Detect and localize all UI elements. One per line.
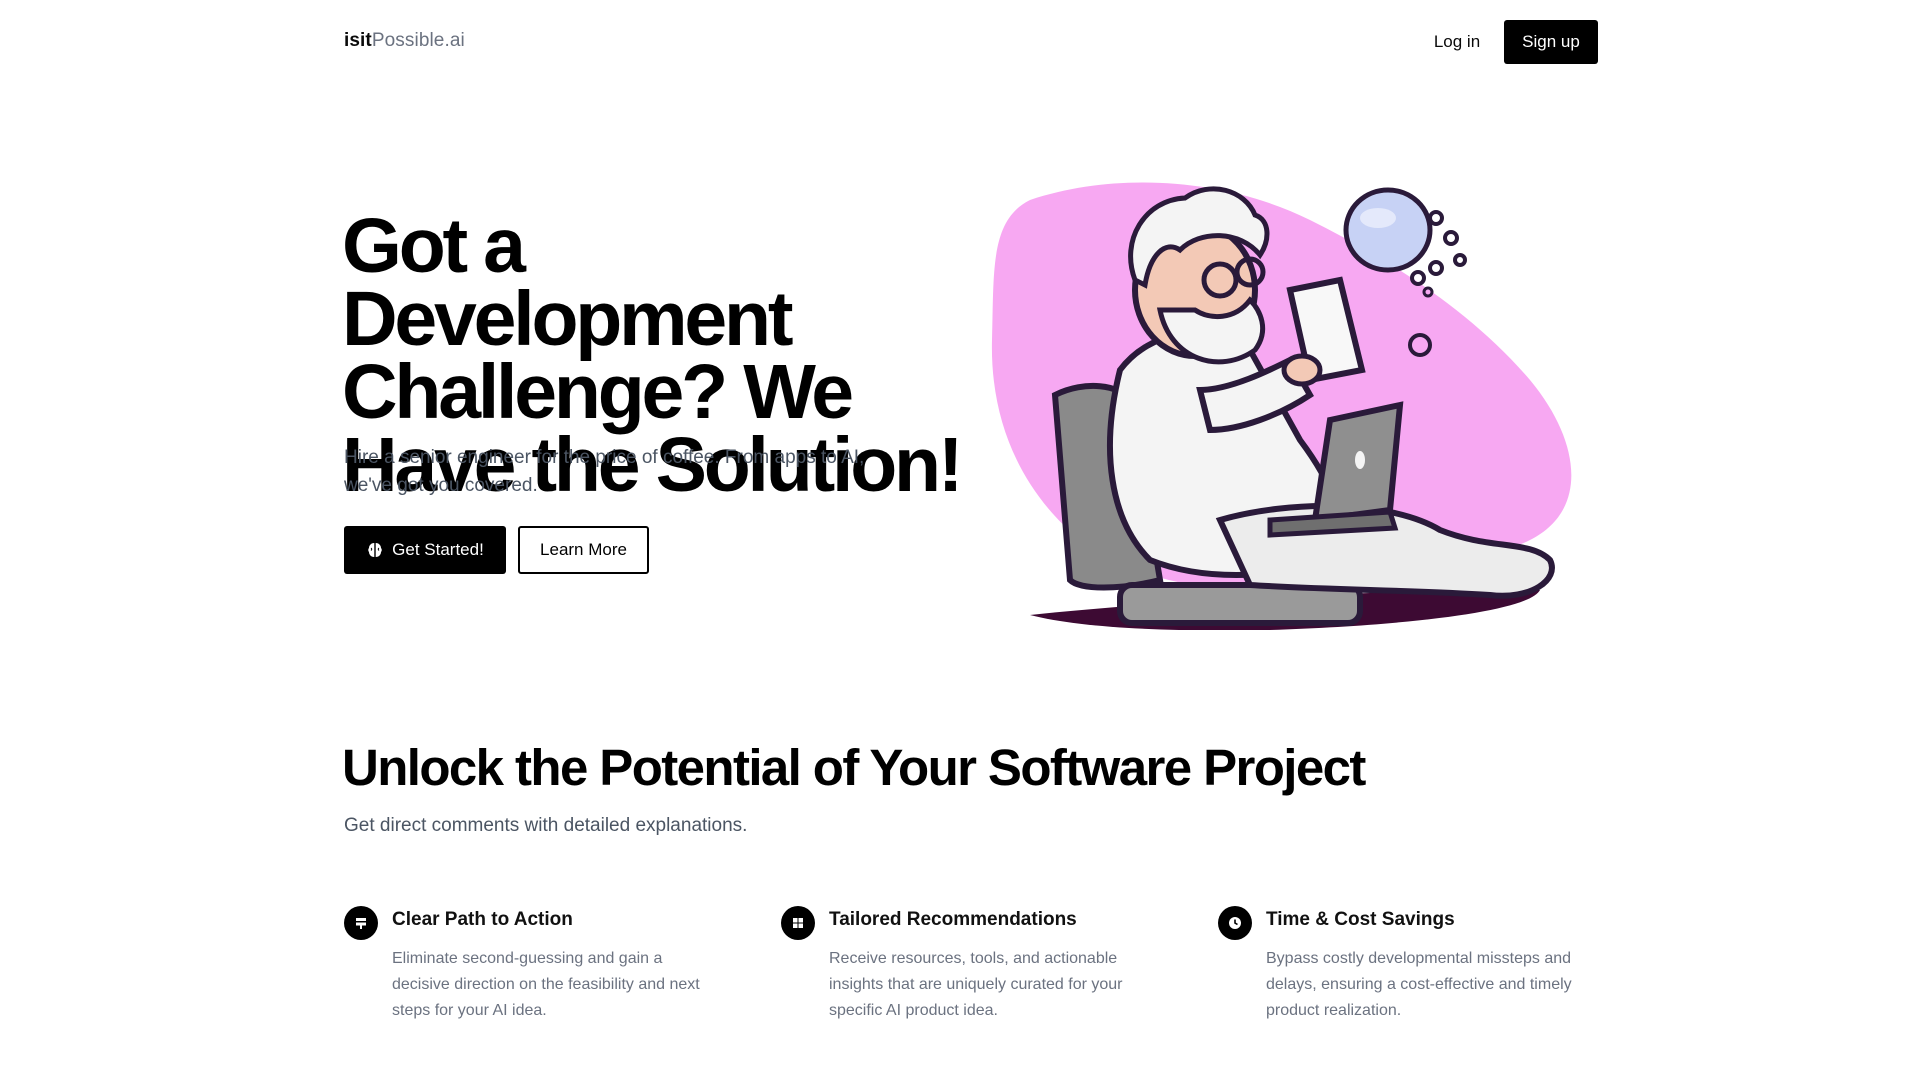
logo-light-text: Possible.ai (371, 30, 465, 51)
clock-icon (1218, 906, 1252, 940)
feature-title: Tailored Recommendations (829, 909, 1077, 930)
feature-description: Eliminate second-guessing and gain a dec… (392, 950, 700, 1019)
top-navigation: isitPossible.ai Log in Sign up (0, 0, 1920, 84)
get-started-button[interactable]: Get Started! (344, 526, 506, 574)
feature-title: Time & Cost Savings (1266, 909, 1455, 930)
brain-icon (368, 543, 382, 557)
get-started-label: Get Started! (392, 540, 484, 559)
section-title: Unlock the Potential of Your Software Pr… (342, 739, 1366, 796)
site-logo[interactable]: isitPossible.ai (344, 30, 465, 52)
grid-icon (781, 906, 815, 940)
signpost-icon (344, 906, 378, 940)
signup-button[interactable]: Sign up (1504, 20, 1598, 64)
logo-bold-text: isit (344, 30, 372, 51)
login-button[interactable]: Log in (1425, 20, 1489, 64)
hero-subtitle: Hire a senior engineer for the price of … (344, 447, 865, 496)
learn-more-button[interactable]: Learn More (518, 526, 649, 574)
feature-description: Receive resources, tools, and actionable… (829, 950, 1123, 1019)
feature-title: Clear Path to Action (392, 909, 573, 930)
scientist-with-laptop-illustration (991, 182, 1572, 630)
feature-description: Bypass costly developmental missteps and… (1266, 950, 1572, 1019)
section-subtitle: Get direct comments with detailed explan… (344, 815, 748, 836)
